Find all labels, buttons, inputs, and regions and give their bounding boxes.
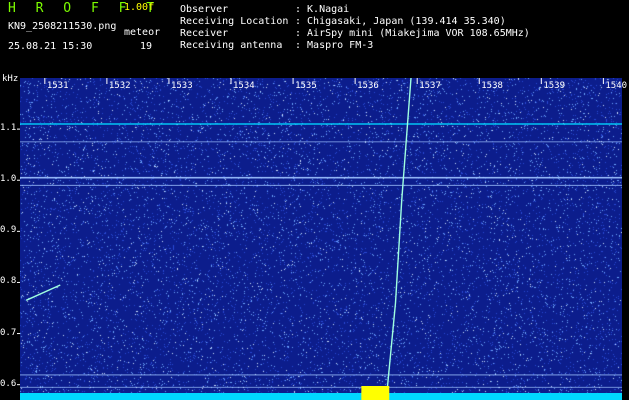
receiver-value: : AirSpy mini (Miakejima VOR 108.65MHz) (295, 28, 530, 39)
filename-label: KN9_2508211530.png (8, 21, 117, 32)
header-panel: H R O F F T 1.00f KN9_2508211530.png met… (0, 0, 629, 78)
x-tick-label: 1532 (108, 81, 131, 91)
meteor-echo-trace (385, 78, 412, 400)
x-tick-label: 1531 (46, 81, 69, 91)
x-tick-label: 1534 (233, 81, 255, 91)
y-axis-unit-label: kHz (2, 74, 19, 84)
location-label: Receiving Location (180, 16, 289, 27)
location-value: : Chigasaki, Japan (139.414 35.340) (295, 16, 506, 27)
x-tick-label: 1533 (170, 81, 193, 91)
y-tick-label: 0.7 (0, 327, 17, 338)
y-tick-label: 1.1 (0, 123, 17, 134)
y-tick-label: 0.9 (0, 225, 17, 236)
x-tick-label: 1536 (357, 81, 379, 91)
baseline-band (20, 393, 622, 400)
antenna-label: Receiving antenna (180, 40, 283, 51)
observer-value: : K.Nagai (295, 4, 350, 15)
mode-label: meteor (124, 27, 161, 38)
overload-band (361, 386, 390, 400)
meteor-echo-trace (25, 284, 61, 301)
x-tick-label: 1540 (605, 81, 628, 91)
datetime-label: 25.08.21 15:30 (8, 41, 93, 52)
x-tick-label: 1539 (543, 81, 565, 91)
receiver-label: Receiver (180, 28, 229, 39)
y-tick-label: 0.6 (0, 378, 17, 389)
antenna-value: : Maspro FM-3 (295, 40, 374, 51)
spectrogram-overlay (20, 78, 622, 400)
x-tick-label: 1535 (295, 81, 317, 91)
y-tick-label: 0.8 (0, 276, 17, 287)
version-label: 1.00f (124, 2, 155, 13)
count-label: 19 (140, 41, 153, 52)
y-tick-label: 1.0 (0, 174, 17, 185)
x-tick-label: 1538 (481, 81, 503, 91)
observer-label: Observer (180, 4, 229, 15)
x-tick-label: 1537 (419, 81, 441, 91)
spectrogram-plot[interactable] (20, 78, 622, 400)
